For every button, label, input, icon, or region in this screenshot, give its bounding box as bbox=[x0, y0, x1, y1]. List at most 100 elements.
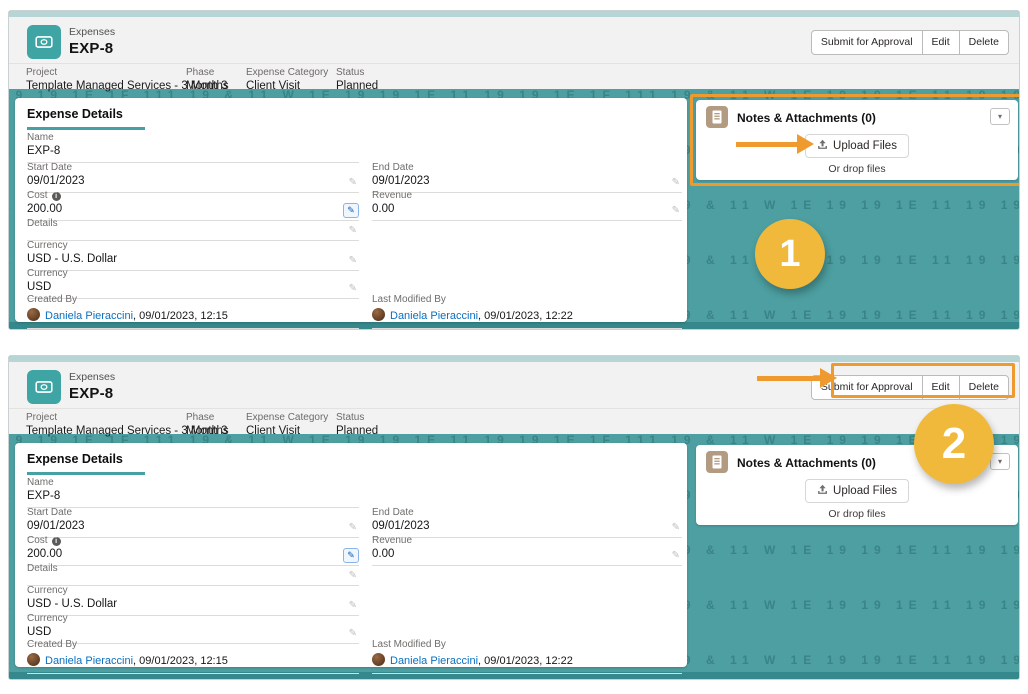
field-value: USD - U.S. Dollar bbox=[27, 598, 359, 612]
field-label: Revenue bbox=[372, 535, 682, 546]
drop-files-hint: Or drop files bbox=[696, 508, 1018, 520]
edit-pencil-icon[interactable]: ✎ bbox=[349, 255, 357, 266]
highlight-field-expense-category: Expense Category Client Visit bbox=[246, 412, 328, 437]
field-label: Name bbox=[27, 477, 359, 488]
edit-pencil-icon[interactable]: ✎ bbox=[672, 205, 680, 216]
field-label-text: Cost bbox=[27, 190, 48, 201]
avatar bbox=[372, 653, 385, 666]
annotation-highlight-notes-panel bbox=[690, 94, 1020, 186]
field-label: Currency bbox=[27, 240, 359, 251]
field-end-date: End Date 09/01/2023 ✎ bbox=[372, 162, 682, 193]
created-datetime: , 09/01/2023, 12:15 bbox=[133, 310, 228, 322]
expense-details-card: Expense Details Name EXP-8 Start Date 09… bbox=[15, 443, 687, 667]
highlight-field-status: Status Planned bbox=[336, 412, 378, 437]
money-icon bbox=[33, 376, 55, 398]
field-label: Created By bbox=[27, 639, 359, 650]
field-currency-full: Currency USD - U.S. Dollar ✎ bbox=[27, 240, 359, 271]
modified-datetime: , 09/01/2023, 12:22 bbox=[478, 310, 573, 322]
field-value: Month 3 bbox=[186, 80, 228, 92]
edit-pencil-icon[interactable]: ✎ bbox=[349, 570, 357, 581]
edit-pencil-icon[interactable]: ✎ bbox=[672, 522, 680, 533]
edit-button[interactable]: Edit bbox=[922, 30, 960, 55]
field-value: USD bbox=[27, 281, 359, 295]
field-label: Status bbox=[336, 412, 378, 423]
edit-pencil-icon-active[interactable]: ✎ bbox=[343, 203, 359, 218]
field-label: Currency bbox=[27, 613, 359, 624]
modified-by-user-link[interactable]: Daniela Pieraccini bbox=[390, 310, 478, 322]
created-by-user-link[interactable]: Daniela Pieraccini bbox=[45, 310, 133, 322]
upload-files-button[interactable]: Upload Files bbox=[805, 479, 909, 503]
page-title: EXP-8 bbox=[69, 40, 115, 57]
created-by-value: Daniela Pieraccini, 09/01/2023, 12:15 bbox=[27, 308, 359, 325]
field-label: End Date bbox=[372, 162, 682, 173]
info-icon[interactable]: i bbox=[52, 537, 61, 546]
screenshot-step-1: Expenses EXP-8 Submit for Approval Edit … bbox=[8, 10, 1020, 330]
avatar bbox=[27, 308, 40, 321]
field-value: 0.00 bbox=[372, 548, 682, 562]
modified-by-value: Daniela Pieraccini, 09/01/2023, 12:22 bbox=[372, 653, 682, 670]
edit-pencil-icon[interactable]: ✎ bbox=[349, 600, 357, 611]
modified-by-user-link[interactable]: Daniela Pieraccini bbox=[390, 655, 478, 667]
highlight-fields-row: Project Template Managed Services - 3 Mo… bbox=[9, 63, 1019, 95]
highlight-fields-row: Project Template Managed Services - 3 Mo… bbox=[9, 408, 1019, 440]
tab-expense-details[interactable]: Expense Details bbox=[27, 452, 123, 466]
field-label: Last Modified By bbox=[372, 639, 682, 650]
field-name: Name EXP-8 bbox=[27, 132, 359, 163]
info-icon[interactable]: i bbox=[52, 192, 61, 201]
expense-details-card: Expense Details Name EXP-8 Start Date 09… bbox=[15, 98, 687, 322]
annotation-arrow-to-upload bbox=[736, 142, 798, 147]
field-value: 0.00 bbox=[372, 203, 682, 217]
field-label: Costi bbox=[27, 190, 359, 201]
field-value: Client Visit bbox=[246, 80, 328, 92]
collapse-card-button[interactable]: ▾ bbox=[990, 453, 1010, 470]
upload-files-label: Upload Files bbox=[833, 485, 897, 497]
expenses-record-icon bbox=[27, 25, 61, 59]
field-label: Phase bbox=[186, 412, 228, 423]
upload-icon bbox=[817, 481, 828, 503]
avatar bbox=[27, 653, 40, 666]
edit-pencil-icon[interactable]: ✎ bbox=[672, 177, 680, 188]
edit-pencil-icon[interactable]: ✎ bbox=[349, 283, 357, 294]
edit-pencil-icon-active[interactable]: ✎ bbox=[343, 548, 359, 563]
field-start-date: Start Date 09/01/2023 ✎ bbox=[27, 507, 359, 538]
field-end-date: End Date 09/01/2023 ✎ bbox=[372, 507, 682, 538]
chevron-down-icon: ▾ bbox=[998, 457, 1002, 466]
edit-pencil-icon[interactable]: ✎ bbox=[672, 550, 680, 561]
entity-label: Expenses bbox=[69, 26, 115, 38]
field-cost: Costi 200.00 ✎ bbox=[27, 190, 359, 221]
delete-button[interactable]: Delete bbox=[959, 30, 1009, 55]
field-last-modified-by: Last Modified By Daniela Pieraccini, 09/… bbox=[372, 294, 682, 329]
field-value: 09/01/2023 bbox=[372, 175, 682, 189]
money-icon bbox=[33, 31, 55, 53]
edit-pencil-icon[interactable]: ✎ bbox=[349, 177, 357, 188]
window-top-strip bbox=[9, 356, 1019, 362]
created-datetime: , 09/01/2023, 12:15 bbox=[133, 655, 228, 667]
field-value: EXP-8 bbox=[27, 145, 359, 159]
screenshot-step-2: Expenses EXP-8 Submit for Approval Edit … bbox=[8, 355, 1020, 680]
field-label: Costi bbox=[27, 535, 359, 546]
field-value: USD bbox=[27, 626, 359, 640]
edit-pencil-icon[interactable]: ✎ bbox=[349, 225, 357, 236]
field-label: Name bbox=[27, 132, 359, 143]
annotation-step-2-badge: 2 bbox=[914, 404, 994, 484]
field-value: USD - U.S. Dollar bbox=[27, 253, 359, 267]
created-by-user-link[interactable]: Daniela Pieraccini bbox=[45, 655, 133, 667]
field-label: Phase bbox=[186, 67, 228, 78]
field-revenue: Revenue 0.00 ✎ bbox=[372, 190, 682, 221]
submit-for-approval-button[interactable]: Submit for Approval bbox=[811, 30, 923, 55]
field-label: Expense Category bbox=[246, 412, 328, 423]
field-label: Start Date bbox=[27, 507, 359, 518]
field-label: End Date bbox=[372, 507, 682, 518]
annotation-arrow-to-actions bbox=[757, 376, 821, 381]
field-value: 200.00 bbox=[27, 203, 359, 217]
page-title: EXP-8 bbox=[69, 385, 115, 402]
edit-pencil-icon[interactable]: ✎ bbox=[349, 628, 357, 639]
record-meta: Expenses EXP-8 bbox=[69, 371, 115, 402]
field-details: Details ✎ bbox=[27, 218, 359, 241]
field-cost: Costi 200.00 ✎ bbox=[27, 535, 359, 566]
edit-pencil-icon[interactable]: ✎ bbox=[349, 522, 357, 533]
field-label: Last Modified By bbox=[372, 294, 682, 305]
tab-expense-details[interactable]: Expense Details bbox=[27, 107, 123, 121]
highlight-field-phase: Phase Month 3 bbox=[186, 67, 228, 92]
field-value: Planned bbox=[336, 80, 378, 92]
